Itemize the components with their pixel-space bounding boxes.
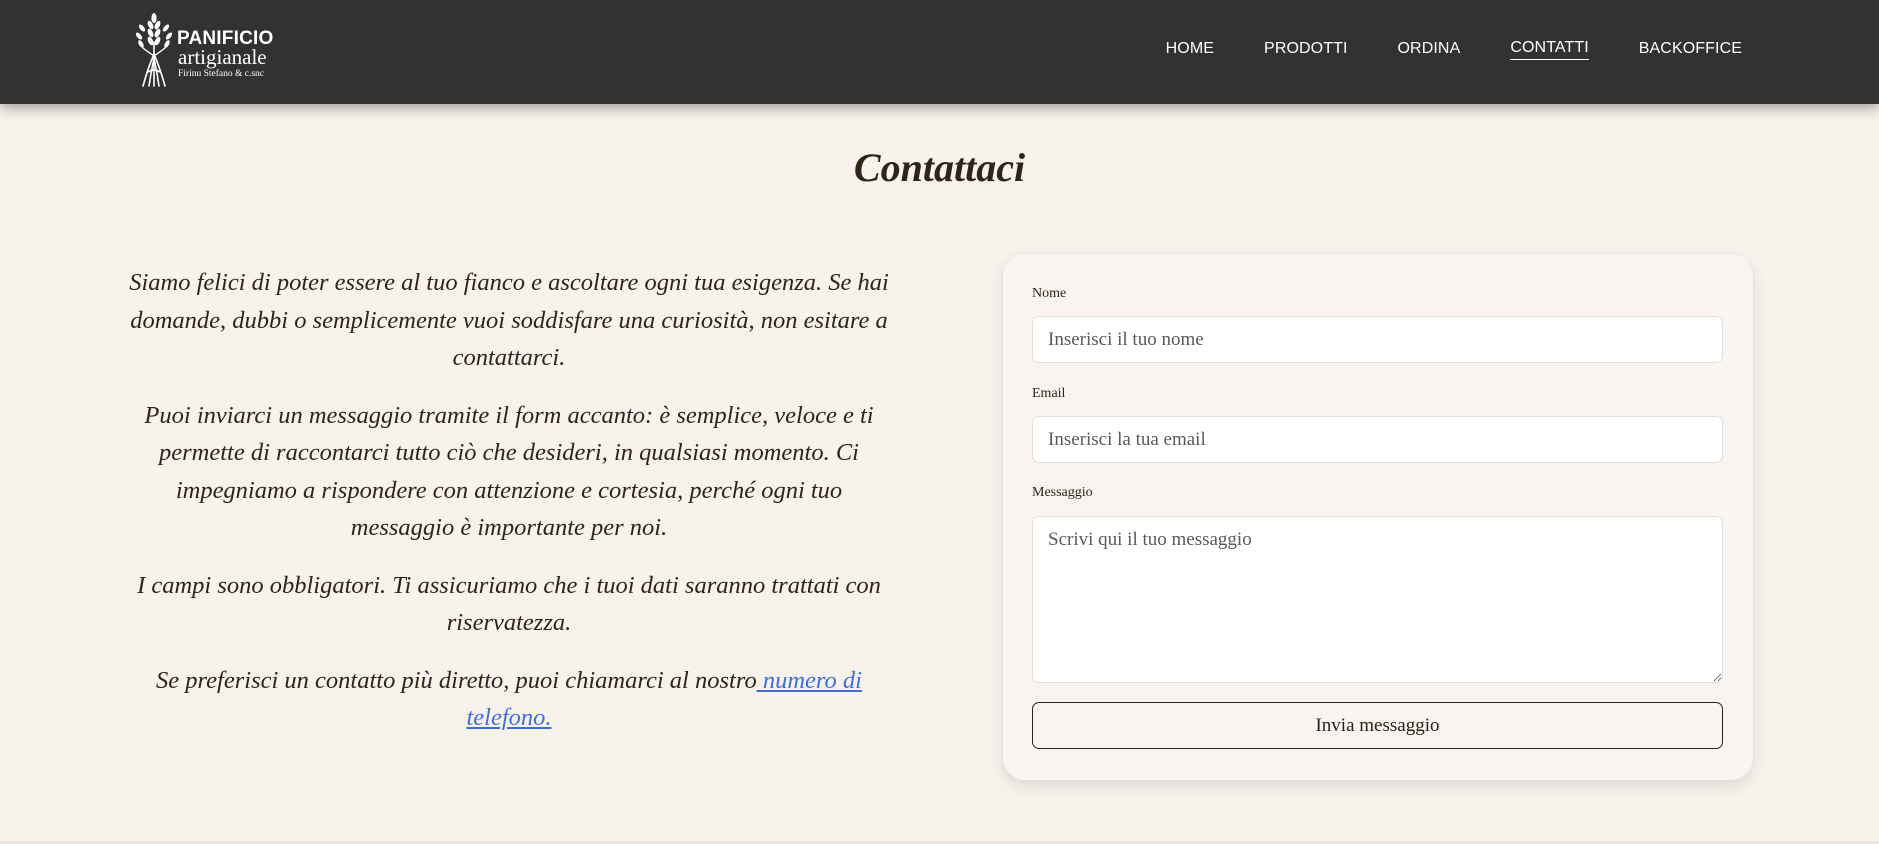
contact-intro: Siamo felici di poter essere al tuo fian… [128,264,890,757]
contact-form: Nome Email Messaggio Invia messaggio [1003,254,1753,780]
message-label: Messaggio [1032,485,1093,500]
logo-text: PANIFICIO artigianale Firinu Stefano & c… [177,29,273,81]
submit-button[interactable]: Invia messaggio [1032,702,1723,749]
name-label: Nome [1032,286,1067,301]
intro-paragraph: I campi sono obbligatori. Ti assicuriamo… [137,571,881,637]
name-input[interactable] [1032,316,1723,363]
phone-paragraph-text: Se preferisci un contatto più diretto, p… [156,666,757,694]
nav-backoffice[interactable]: BACKOFFICE [1639,38,1742,60]
nav-prodotti[interactable]: PRODOTTI [1264,38,1347,60]
email-label: Email [1032,386,1066,401]
message-textarea[interactable] [1032,516,1723,683]
wheat-icon [135,13,173,87]
main-nav: HOME PRODOTTI ORDINA CONTATTI BACKOFFICE [1166,38,1742,60]
page-title: Contattaci [853,145,1026,190]
intro-paragraph: Siamo felici di poter essere al tuo fian… [129,269,889,371]
intro-paragraph: Puoi inviarci un messaggio tramite il fo… [144,401,874,542]
navbar: PANIFICIO artigianale Firinu Stefano & c… [0,0,1879,104]
nav-home[interactable]: HOME [1166,38,1214,60]
logo-subtitle: artigianale [178,45,267,69]
nav-ordina[interactable]: ORDINA [1398,38,1461,60]
logo-company: Firinu Stefano & c.snc [178,69,265,79]
logo[interactable]: PANIFICIO artigianale Firinu Stefano & c… [134,12,284,88]
email-input[interactable] [1032,416,1723,463]
phone-paragraph: Se preferisci un contatto più diretto, p… [128,662,890,737]
nav-contatti[interactable]: CONTATTI [1510,38,1589,60]
